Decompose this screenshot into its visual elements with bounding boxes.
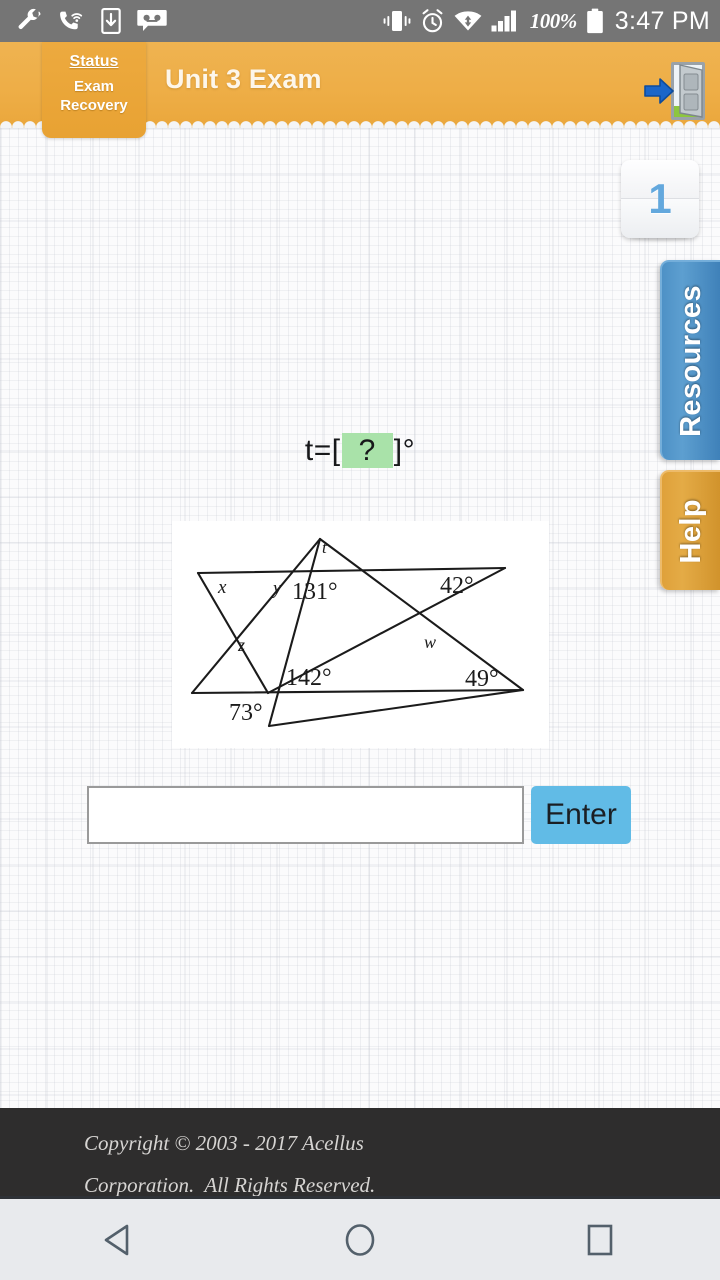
home-circle-icon xyxy=(345,1223,375,1256)
enter-button[interactable]: Enter xyxy=(531,786,631,844)
diagram-label-x: x xyxy=(217,577,227,598)
question-counter-card: 1 xyxy=(621,160,699,238)
nav-back-button[interactable] xyxy=(60,1198,180,1280)
nav-home-button[interactable] xyxy=(300,1198,420,1280)
geometry-diagram-card: t x y z w 131° 42° 142° 49° 73° xyxy=(172,521,549,748)
star-polygon-diagram: t x y z w 131° 42° 142° 49° 73° xyxy=(190,537,525,728)
battery-percent-label: 100% xyxy=(529,8,578,33)
diagram-label-w: w xyxy=(424,632,436,652)
help-tab-label: Help xyxy=(674,498,707,564)
wifi-icon xyxy=(454,11,482,31)
status-tab-label: Status xyxy=(69,53,119,70)
status-exam-recovery-tab[interactable]: Status Exam Recovery xyxy=(42,42,146,138)
status-bar-left-icons xyxy=(0,8,167,34)
diagram-angle-42: 42° xyxy=(440,573,474,599)
diagram-angle-73: 73° xyxy=(229,700,263,726)
screen-root: 100% 3:47 PM Unit 3 Exam Status Exam Reco… xyxy=(0,0,720,1280)
diagram-label-y: y xyxy=(271,578,282,599)
equation-suffix: ]° xyxy=(393,434,416,467)
copyright-footer: Copyright © 2003 - 2017 Acellus Corporat… xyxy=(0,1108,720,1197)
clock-label: 3:47 PM xyxy=(614,6,710,35)
voicemail-icon xyxy=(137,10,167,31)
diagram-angle-49: 49° xyxy=(465,666,499,692)
copyright-line-1: Copyright © 2003 - 2017 Acellus xyxy=(84,1131,364,1155)
recents-square-icon xyxy=(587,1224,613,1255)
question-equation: t=[?]° xyxy=(0,433,720,468)
status-tab-sub-line2: Recovery xyxy=(60,97,128,114)
answer-input[interactable] xyxy=(87,786,524,844)
back-triangle-icon xyxy=(104,1224,129,1255)
vibrate-icon xyxy=(383,11,411,31)
equation-answer-blank: ? xyxy=(341,433,393,468)
resources-tab[interactable]: Resources xyxy=(660,260,720,460)
resources-tab-label: Resources xyxy=(674,285,707,437)
call-wifi-icon xyxy=(60,11,83,30)
nav-recents-button[interactable] xyxy=(540,1198,660,1280)
android-nav-bar xyxy=(0,1196,720,1280)
status-bar-right-icons: 100% 3:47 PM xyxy=(383,7,720,36)
alarm-icon xyxy=(422,9,443,33)
diagram-label-t: t xyxy=(322,538,328,557)
download-to-phone-icon xyxy=(101,8,121,34)
status-tab-sublabel: Exam Recovery xyxy=(60,77,128,115)
diagram-angle-131: 131° xyxy=(292,579,338,605)
status-tab-sub-line1: Exam xyxy=(73,78,114,95)
diagram-angle-142: 142° xyxy=(286,665,332,691)
diagram-label-z: z xyxy=(237,635,245,655)
help-tab[interactable]: Help xyxy=(660,470,720,590)
app-header: Unit 3 Exam Status Exam Recovery xyxy=(0,42,720,138)
equation-prefix: t=[ xyxy=(304,434,341,467)
battery-full-icon xyxy=(586,8,603,34)
page-title: Unit 3 Exam xyxy=(165,64,322,94)
wrench-icon xyxy=(18,8,41,30)
android-status-bar: 100% 3:47 PM xyxy=(0,0,720,42)
question-number-label: 1 xyxy=(648,175,672,222)
signal-bars-icon xyxy=(491,10,516,32)
